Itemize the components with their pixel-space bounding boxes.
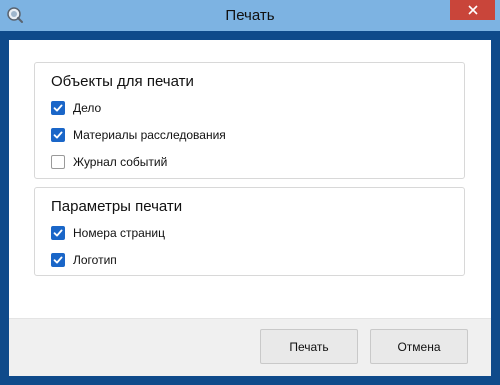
checkbox-box[interactable] <box>51 155 65 169</box>
checkbox-investigation-materials[interactable]: Материалы расследования <box>51 126 226 144</box>
print-dialog: Печать Объекты для печати Дело Материалы… <box>0 0 500 385</box>
print-options-group: Параметры печати Номера страниц Логотип <box>34 187 465 276</box>
checkbox-box[interactable] <box>51 226 65 240</box>
print-objects-group: Объекты для печати Дело Материалы рассле… <box>34 62 465 179</box>
close-button[interactable] <box>450 0 495 20</box>
checkbox-label: Дело <box>73 101 102 115</box>
checkbox-page-numbers[interactable]: Номера страниц <box>51 224 165 242</box>
checkbox-label: Номера страниц <box>73 226 165 240</box>
checkbox-event-log[interactable]: Журнал событий <box>51 153 167 171</box>
cancel-button[interactable]: Отмена <box>370 329 468 364</box>
dialog-content: Объекты для печати Дело Материалы рассле… <box>9 40 491 376</box>
close-icon <box>467 5 478 15</box>
checkmark-icon <box>53 256 63 264</box>
checkbox-case[interactable]: Дело <box>51 99 101 117</box>
checkbox-label: Журнал событий <box>73 155 168 169</box>
print-objects-title: Объекты для печати <box>51 73 194 90</box>
print-options-title: Параметры печати <box>51 198 183 215</box>
title-bar[interactable]: Печать <box>0 0 500 31</box>
print-button[interactable]: Печать <box>260 329 358 364</box>
checkbox-label: Материалы расследования <box>73 128 226 142</box>
checkmark-icon <box>53 104 63 112</box>
checkbox-box[interactable] <box>51 253 65 267</box>
checkbox-logo[interactable]: Логотип <box>51 251 117 269</box>
checkmark-icon <box>53 131 63 139</box>
window-title: Печать <box>225 7 275 24</box>
checkbox-label: Логотип <box>73 253 117 267</box>
checkmark-icon <box>53 229 63 237</box>
checkbox-box[interactable] <box>51 101 65 115</box>
checkbox-box[interactable] <box>51 128 65 142</box>
dialog-footer: Печать Отмена <box>9 319 491 376</box>
